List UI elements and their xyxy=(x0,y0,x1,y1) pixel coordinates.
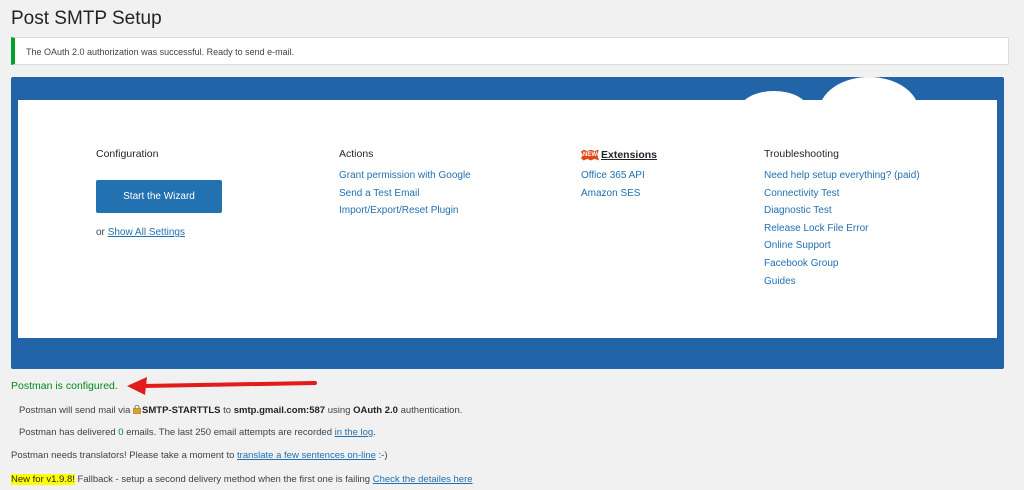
grant-permission-link[interactable]: Grant permission with Google xyxy=(339,167,471,185)
red-arrow-icon xyxy=(127,377,317,395)
amazon-ses-link[interactable]: Amazon SES xyxy=(581,185,657,203)
troubleshooting-heading: Troubleshooting xyxy=(764,148,839,160)
release-lock-file-link[interactable]: Release Lock File Error xyxy=(764,220,920,238)
new-version-badge: New for v1.9.8! xyxy=(11,474,75,485)
troubleshooting-column: Troubleshooting Need help setup everythi… xyxy=(764,148,920,290)
lock-icon xyxy=(133,405,141,414)
setup-card: Configuration Start the Wizard or Show A… xyxy=(18,100,997,338)
success-notice: The OAuth 2.0 authorization was successf… xyxy=(11,37,1009,65)
office365-api-link[interactable]: Office 365 API xyxy=(581,167,657,185)
transport-name: SMTP-STARTTLS xyxy=(142,405,221,416)
setup-panel: Configuration Start the Wizard or Show A… xyxy=(11,77,1004,369)
need-help-link[interactable]: Need help setup everything? (paid) xyxy=(764,167,920,185)
guides-link[interactable]: Guides xyxy=(764,273,920,291)
send-mail-info: Postman will send mail via SMTP-STARTTLS… xyxy=(19,405,463,416)
show-all-settings-line: or Show All Settings xyxy=(96,224,222,242)
facebook-group-link[interactable]: Facebook Group xyxy=(764,255,920,273)
new-badge-icon: NEW xyxy=(581,149,599,161)
configuration-heading: Configuration xyxy=(96,148,159,160)
diagnostic-test-link[interactable]: Diagnostic Test xyxy=(764,202,920,220)
auth-type: OAuth 2.0 xyxy=(353,405,398,416)
configuration-column: Configuration Start the Wizard or Show A… xyxy=(96,148,222,242)
page-title: Post SMTP Setup xyxy=(11,8,162,29)
email-log-link[interactable]: in the log xyxy=(335,427,374,438)
connectivity-test-link[interactable]: Connectivity Test xyxy=(764,185,920,203)
delivery-info: Postman has delivered 0 emails. The last… xyxy=(19,427,376,438)
smtp-server: smtp.gmail.com:587 xyxy=(233,405,326,416)
send-test-email-link[interactable]: Send a Test Email xyxy=(339,185,471,203)
extensions-column: NEW Extensions Office 365 API Amazon SES xyxy=(581,148,657,202)
fallback-details-link[interactable]: Check the detailes here xyxy=(373,474,473,485)
translate-link[interactable]: translate a few sentences on-line xyxy=(237,450,376,461)
actions-column: Actions Grant permission with Google Sen… xyxy=(339,148,471,220)
extensions-label[interactable]: Extensions xyxy=(601,149,657,161)
configured-status: Postman is configured. xyxy=(11,380,118,392)
start-wizard-button[interactable]: Start the Wizard xyxy=(96,180,222,213)
actions-heading: Actions xyxy=(339,148,374,160)
import-export-reset-link[interactable]: Import/Export/Reset Plugin xyxy=(339,202,471,220)
online-support-link[interactable]: Online Support xyxy=(764,237,920,255)
translators-info: Postman needs translators! Please take a… xyxy=(11,450,388,461)
fallback-info: New for v1.9.8! Fallback - setup a secon… xyxy=(11,474,473,485)
or-text: or xyxy=(96,227,105,238)
extensions-heading: NEW Extensions xyxy=(581,148,657,162)
show-all-settings-link[interactable]: Show All Settings xyxy=(108,227,185,238)
notice-text: The OAuth 2.0 authorization was successf… xyxy=(26,47,295,57)
delivered-count: 0 xyxy=(118,427,124,438)
